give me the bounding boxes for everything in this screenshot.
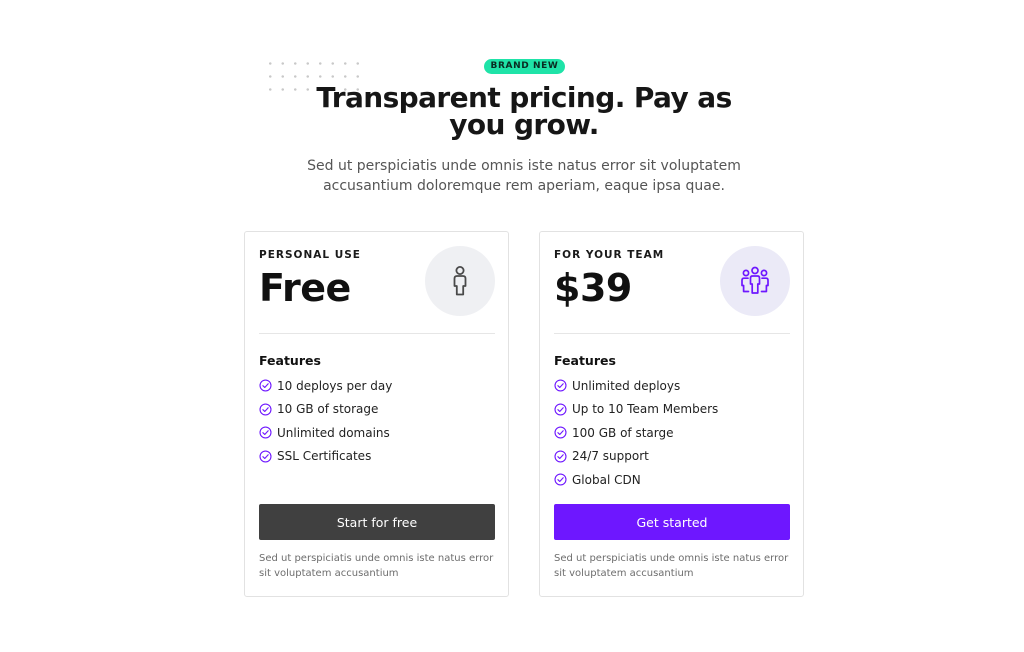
feature-item: 24/7 support xyxy=(554,445,790,469)
features-list: Unlimited deploys Up to 10 Team Members … xyxy=(554,374,790,492)
plan-avatar xyxy=(720,246,790,316)
check-circle-icon xyxy=(554,473,567,486)
plan-price: $39 xyxy=(554,266,632,310)
get-started-button[interactable]: Get started xyxy=(554,504,790,540)
brand-new-badge: BRAND NEW xyxy=(484,59,565,74)
page-subtitle: Sed ut perspiciatis unde omnis iste natu… xyxy=(307,158,741,194)
check-circle-icon xyxy=(259,403,272,416)
feature-label: 100 GB of starge xyxy=(572,425,674,440)
feature-item: Unlimited deploys xyxy=(554,374,790,398)
feature-label: Unlimited deploys xyxy=(572,378,681,393)
check-circle-icon xyxy=(259,450,272,463)
check-circle-icon xyxy=(554,426,567,439)
feature-item: SSL Certificates xyxy=(259,445,495,469)
person-icon xyxy=(453,266,467,296)
plan-tier-label: PERSONAL USE xyxy=(259,249,361,261)
start-for-free-button[interactable]: Start for free xyxy=(259,504,495,540)
plan-tier-label: FOR YOUR TEAM xyxy=(554,249,665,261)
feature-label: SSL Certificates xyxy=(277,449,372,464)
feature-label: 10 deploys per day xyxy=(277,378,393,393)
check-circle-icon xyxy=(259,379,272,392)
card-divider xyxy=(259,333,495,334)
features-heading: Features xyxy=(259,353,321,368)
feature-label: Up to 10 Team Members xyxy=(572,402,719,417)
check-circle-icon xyxy=(554,403,567,416)
plan-footnote: Sed ut perspiciatis unde omnis iste natu… xyxy=(259,553,494,579)
check-circle-icon xyxy=(259,426,272,439)
check-circle-icon xyxy=(554,450,567,463)
feature-item: Unlimited domains xyxy=(259,421,495,445)
feature-label: 10 GB of storage xyxy=(277,402,379,417)
feature-label: Unlimited domains xyxy=(277,425,390,440)
plan-footnote: Sed ut perspiciatis unde omnis iste natu… xyxy=(554,553,789,579)
plan-price: Free xyxy=(259,266,351,310)
feature-item: 100 GB of starge xyxy=(554,421,790,445)
check-circle-icon xyxy=(554,379,567,392)
plan-avatar xyxy=(425,246,495,316)
pricing-card-team: FOR YOUR TEAM $39 Features Unlimited dep… xyxy=(539,231,804,597)
features-list: 10 deploys per day 10 GB of storage Unli… xyxy=(259,374,495,468)
feature-item: 10 deploys per day xyxy=(259,374,495,398)
feature-item: Up to 10 Team Members xyxy=(554,398,790,422)
feature-label: Global CDN xyxy=(572,472,641,487)
feature-item: Global CDN xyxy=(554,468,790,492)
feature-label: 24/7 support xyxy=(572,449,649,464)
pricing-card-personal: PERSONAL USE Free Features 10 deploys pe… xyxy=(244,231,509,597)
feature-item: 10 GB of storage xyxy=(259,398,495,422)
page-title: Transparent pricing. Pay as you grow. xyxy=(316,81,732,141)
card-divider xyxy=(554,333,790,334)
team-icon xyxy=(741,266,769,294)
features-heading: Features xyxy=(554,353,616,368)
